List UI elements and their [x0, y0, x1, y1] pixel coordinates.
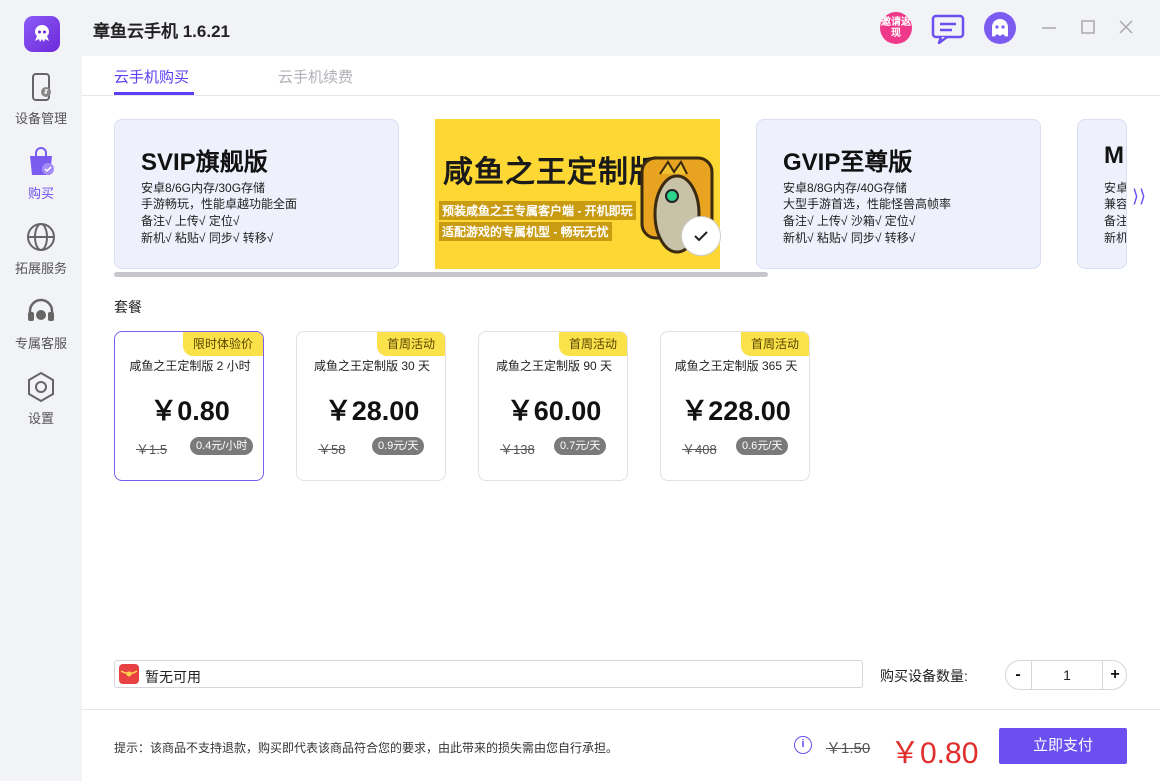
sidebar-item-label: 设备管理 [14, 111, 67, 126]
package-badge: 首周活动 [376, 332, 445, 356]
tier-card-xianyu-custom[interactable]: 咸鱼之王定制版 预装咸鱼之王专属客户端 - 开机即玩 适配游戏的专属机型 - 畅… [435, 119, 720, 269]
banner-title: 咸鱼之王定制版 [443, 156, 660, 189]
info-icon[interactable]: i [794, 736, 812, 754]
user-avatar[interactable] [984, 12, 1016, 44]
active-tab-indicator [114, 92, 194, 95]
tier-spec-line: 兼容 [1104, 197, 1127, 211]
tier-spec-line: 新机 [1104, 231, 1127, 245]
refund-notice: 提示：该商品不支持退款，购买即代表该商品符合您的要求，由此带来的损失需由您自行承… [114, 741, 619, 755]
tier-spec-line: 安卓 [1104, 181, 1127, 195]
package-card-365d[interactable]: 首周活动 咸鱼之王定制版 365 天 ￥228.00 ￥408 0.6元/天 [660, 331, 810, 481]
package-unit-price: 0.6元/天 [736, 437, 789, 455]
phone-device-icon [32, 73, 51, 101]
app-title: 章鱼云手机 1.6.21 [93, 22, 230, 41]
red-packet-icon [119, 664, 139, 684]
carousel-next-icon[interactable]: ⟩⟩ [1132, 186, 1146, 207]
hexagon-gear-icon [28, 371, 54, 403]
tier-card-partial[interactable]: M 安卓 兼容 备注 新机 [1077, 119, 1127, 269]
package-name: 咸鱼之王定制版 30 天 [313, 359, 431, 373]
minimize-button[interactable] [1040, 18, 1058, 36]
package-unit-price: 0.7元/天 [554, 437, 607, 455]
package-name: 咸鱼之王定制版 90 天 [495, 359, 613, 373]
tier-name: GVIP至尊版 [783, 149, 913, 176]
quantity-label: 购买设备数量: [880, 668, 968, 684]
sidebar-item-customer-service[interactable]: 专属客服 [0, 289, 82, 361]
close-button[interactable] [1117, 18, 1135, 36]
tier-card-svip[interactable]: SVIP旗舰版 安卓8/6G内存/30G存储 手游畅玩，性能卓越功能全面 备注√… [114, 119, 399, 269]
package-badge: 首周活动 [558, 332, 627, 356]
packages-heading: 套餐 [114, 299, 142, 315]
sidebar: 设备管理 购买 拓展服务 专属客服 设置 [0, 56, 82, 781]
title-bar: 章鱼云手机 1.6.21 邀请返现 [0, 0, 1160, 56]
package-price: ￥0.80 [150, 396, 230, 426]
package-original-price: ￥138 [500, 442, 535, 457]
package-price: ￥28.00 [324, 396, 420, 426]
package-name: 咸鱼之王定制版 2 小时 [129, 359, 251, 373]
banner-subtitle: 预装咸鱼之王专属客户端 - 开机即玩 [439, 201, 636, 220]
package-unit-price: 0.4元/小时 [190, 437, 254, 455]
checkout-footer: 提示：该商品不支持退款，购买即代表该商品符合您的要求，由此带来的损失需由您自行承… [82, 709, 1160, 781]
selected-check-icon [681, 216, 721, 256]
coupon-status: 暂无可用 [145, 669, 201, 685]
tier-name: M [1104, 142, 1124, 169]
headset-icon [28, 298, 54, 321]
package-badge: 首周活动 [740, 332, 809, 356]
package-unit-price: 0.9元/天 [372, 437, 425, 455]
package-price: ￥60.00 [506, 396, 602, 426]
original-total-price: ￥1.50 [826, 740, 871, 757]
coupon-selector[interactable]: 暂无可用 [114, 660, 863, 688]
package-original-price: ￥408 [682, 442, 717, 457]
sidebar-item-device-management[interactable]: 设备管理 [0, 64, 82, 136]
banner-subtitle: 适配游戏的专属机型 - 畅玩无忧 [439, 222, 612, 241]
tier-spec-line: 备注 [1104, 214, 1127, 228]
invite-cashback-button[interactable]: 邀请返现 [880, 12, 912, 44]
sidebar-item-label: 购买 [27, 186, 54, 201]
quantity-input[interactable]: 1 [1032, 661, 1102, 689]
shopping-bag-icon [30, 147, 54, 175]
tier-spec-line: 大型手游首选，性能怪兽高帧率 [783, 197, 952, 211]
sidebar-item-label: 设置 [27, 411, 54, 426]
package-original-price: ￥58 [318, 442, 346, 457]
package-badge: 限时体验价 [182, 332, 263, 356]
package-card-30d[interactable]: 首周活动 咸鱼之王定制版 30 天 ￥28.00 ￥58 0.9元/天 [296, 331, 446, 481]
sidebar-item-label: 拓展服务 [14, 261, 67, 276]
tier-spec-line: 备注√ 上传√ 定位√ [141, 214, 240, 228]
package-name: 咸鱼之王定制版 365 天 [674, 359, 798, 373]
quantity-decrease-button[interactable]: - [1006, 661, 1030, 689]
globe-icon [27, 223, 55, 251]
tier-card-gvip[interactable]: GVIP至尊版 安卓8/8G内存/40G存储 大型手游首选，性能怪兽高帧率 备注… [756, 119, 1041, 269]
tab-bar: 云手机购买 云手机续费 [82, 56, 1160, 96]
tier-name: SVIP旗舰版 [141, 149, 268, 176]
sidebar-item-purchase[interactable]: 购买 [0, 139, 82, 211]
tier-spec-line: 安卓8/6G内存/30G存储 [141, 181, 266, 195]
tab-cloud-phone-purchase[interactable]: 云手机购买 [114, 66, 189, 87]
quantity-stepper: - 1 + [1005, 660, 1127, 690]
tier-spec-line: 安卓8/8G内存/40G存储 [783, 181, 908, 195]
quantity-increase-button[interactable]: + [1103, 661, 1127, 689]
total-price: ￥0.80 [890, 737, 979, 770]
sidebar-item-settings[interactable]: 设置 [0, 364, 82, 436]
package-price: ￥228.00 [681, 396, 791, 426]
tier-spec-line: 备注√ 上传√ 沙箱√ 定位√ [783, 214, 916, 228]
maximize-button[interactable] [1079, 18, 1097, 36]
package-card-2h[interactable]: 限时体验价 咸鱼之王定制版 2 小时 ￥0.80 ￥1.5 0.4元/小时 [114, 331, 264, 481]
pay-now-button[interactable]: 立即支付 [999, 728, 1127, 764]
app-logo-icon [24, 16, 60, 52]
tier-spec-line: 新机√ 粘贴√ 同步√ 转移√ [783, 231, 916, 245]
tier-spec-line: 新机√ 粘贴√ 同步√ 转移√ [141, 231, 274, 245]
carousel-scrollbar[interactable] [114, 272, 768, 277]
package-original-price: ￥1.5 [136, 442, 168, 457]
tier-spec-line: 手游畅玩，性能卓越功能全面 [141, 197, 298, 211]
sidebar-item-label: 专属客服 [14, 336, 67, 351]
package-card-90d[interactable]: 首周活动 咸鱼之王定制版 90 天 ￥60.00 ￥138 0.7元/天 [478, 331, 628, 481]
tab-cloud-phone-renewal[interactable]: 云手机续费 [278, 66, 353, 87]
message-icon[interactable] [931, 14, 965, 45]
sidebar-item-extended-services[interactable]: 拓展服务 [0, 214, 82, 286]
